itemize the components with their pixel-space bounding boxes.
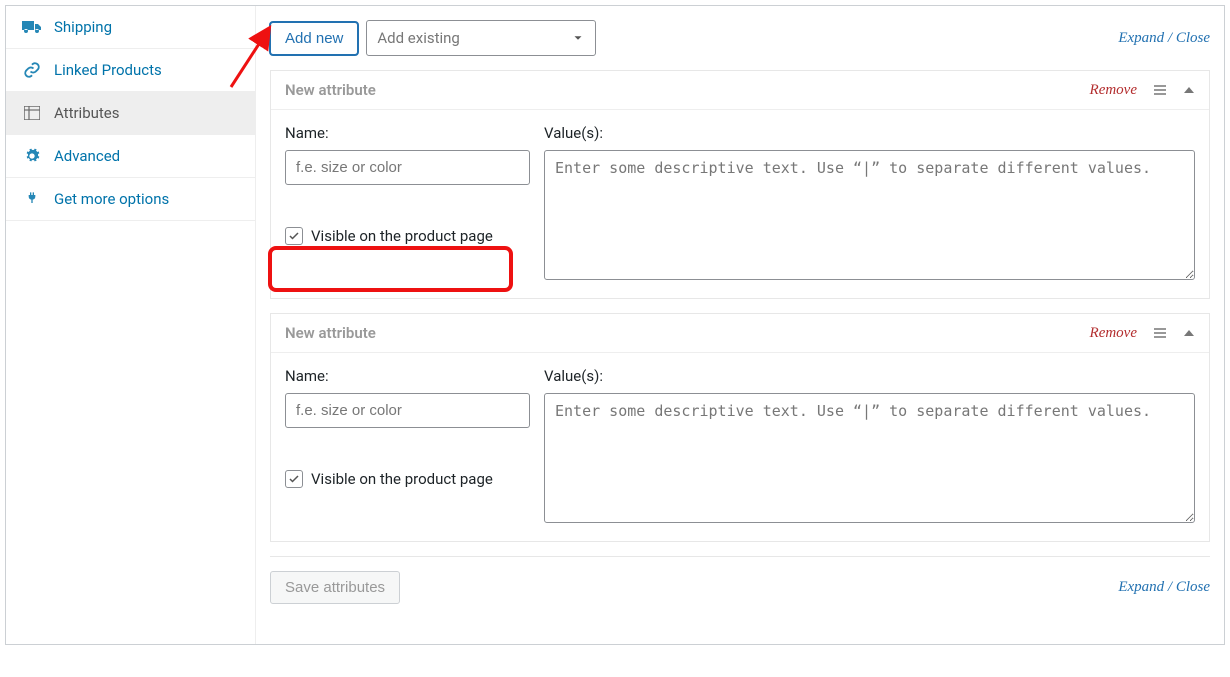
tab-advanced[interactable]: Advanced xyxy=(6,135,255,178)
visible-label: Visible on the product page xyxy=(311,227,493,245)
close-link[interactable]: Close xyxy=(1176,579,1210,595)
tab-label: Linked Products xyxy=(54,61,162,79)
attributes-icon xyxy=(22,104,42,122)
attribute-heading: New attribute xyxy=(285,81,376,99)
tab-get-more-options[interactable]: Get more options xyxy=(6,178,255,221)
tab-attributes[interactable]: Attributes xyxy=(6,92,255,135)
expand-link[interactable]: Expand xyxy=(1118,579,1164,595)
remove-attribute-link[interactable]: Remove xyxy=(1090,82,1137,99)
checkbox-checked-icon xyxy=(285,470,303,488)
attribute-values-textarea[interactable] xyxy=(544,150,1195,280)
values-label: Value(s): xyxy=(544,124,1195,142)
gear-icon xyxy=(22,147,42,165)
add-existing-select[interactable]: Add existing xyxy=(366,20,596,56)
plug-icon xyxy=(22,190,42,208)
name-label: Name: xyxy=(285,367,530,385)
collapse-icon[interactable] xyxy=(1183,327,1195,339)
attribute-card: New attribute Remove Name: xyxy=(270,70,1210,299)
chevron-down-icon xyxy=(571,31,585,45)
save-attributes-button[interactable]: Save attributes xyxy=(270,571,400,604)
link-icon xyxy=(22,61,42,79)
attribute-heading: New attribute xyxy=(285,324,376,342)
expand-link[interactable]: Expand xyxy=(1118,30,1164,46)
drag-handle-icon[interactable] xyxy=(1153,83,1167,97)
close-link[interactable]: Close xyxy=(1176,30,1210,46)
attribute-name-input[interactable] xyxy=(285,393,530,428)
truck-icon xyxy=(22,18,42,36)
add-new-button[interactable]: Add new xyxy=(270,22,358,55)
tab-label: Advanced xyxy=(54,147,120,165)
name-label: Name: xyxy=(285,124,530,142)
tab-label: Attributes xyxy=(54,104,120,122)
tab-shipping[interactable]: Shipping xyxy=(6,6,255,49)
collapse-icon[interactable] xyxy=(1183,84,1195,96)
values-label: Value(s): xyxy=(544,367,1195,385)
visible-checkbox-row[interactable]: Visible on the product page xyxy=(285,470,530,488)
tab-label: Shipping xyxy=(54,18,112,36)
drag-handle-icon[interactable] xyxy=(1153,326,1167,340)
checkbox-checked-icon xyxy=(285,227,303,245)
product-data-tabs: Shipping Linked Products Attributes Adva… xyxy=(6,6,256,644)
attribute-card: New attribute Remove Name: xyxy=(270,313,1210,542)
tab-linked-products[interactable]: Linked Products xyxy=(6,49,255,92)
visible-checkbox-row[interactable]: Visible on the product page xyxy=(285,227,530,245)
tab-label: Get more options xyxy=(54,190,169,208)
attribute-values-textarea[interactable] xyxy=(544,393,1195,523)
slash-divider: / xyxy=(1168,30,1176,46)
remove-attribute-link[interactable]: Remove xyxy=(1090,325,1137,342)
visible-label: Visible on the product page xyxy=(311,470,493,488)
select-placeholder: Add existing xyxy=(377,29,459,47)
attributes-panel: Add new Add existing Expand / Close New … xyxy=(256,6,1224,644)
attribute-name-input[interactable] xyxy=(285,150,530,185)
expand-close-links-bottom: Expand / Close xyxy=(1118,579,1210,596)
slash-divider: / xyxy=(1168,579,1176,595)
expand-close-links: Expand / Close xyxy=(1118,30,1210,47)
